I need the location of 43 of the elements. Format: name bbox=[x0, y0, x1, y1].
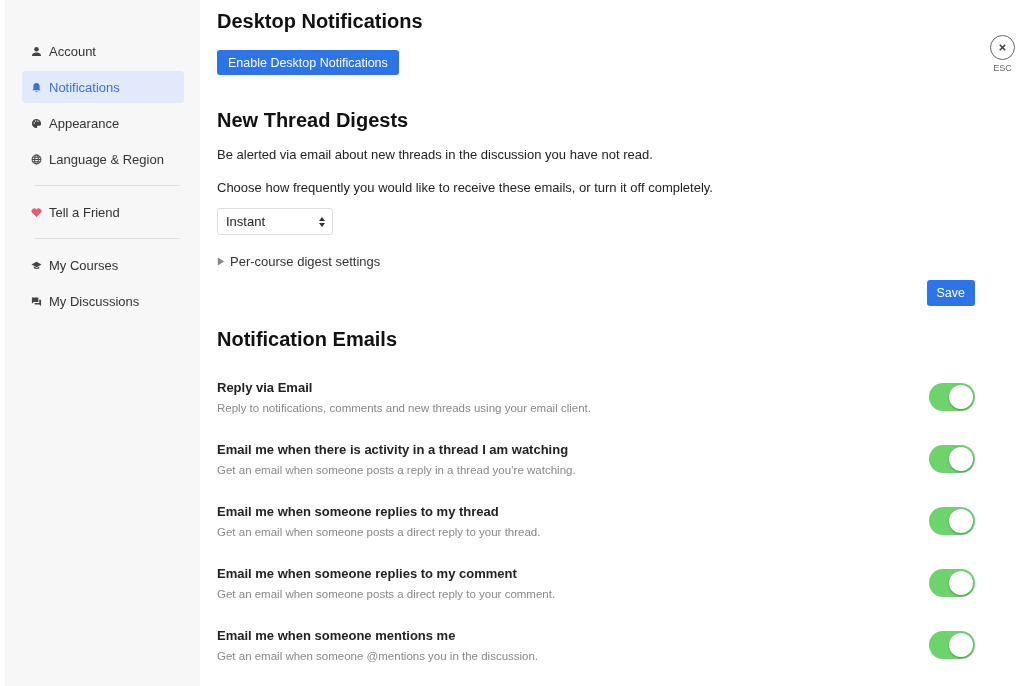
sidebar-item[interactable]: Tell a Friend bbox=[22, 196, 184, 228]
setting-title: Email me when someone mentions me bbox=[217, 628, 456, 643]
toggle-switch[interactable] bbox=[929, 383, 975, 411]
setting-description: Get an email when someone posts a direct reply to your comment. bbox=[217, 588, 556, 600]
per-course-disclosure[interactable]: Per-course digest settings bbox=[217, 254, 381, 269]
toggle-switch[interactable] bbox=[929, 631, 975, 659]
sidebar-item[interactable]: My Courses bbox=[22, 249, 184, 281]
sidebar-item[interactable]: Language & Region bbox=[22, 143, 184, 175]
toggle-switch[interactable] bbox=[929, 569, 975, 597]
hint-text: Choose how frequently you would like to receive these emails, or turn it off completely. bbox=[217, 180, 713, 195]
caret-right-icon bbox=[217, 257, 225, 266]
notifications-icon bbox=[31, 81, 42, 93]
setting-description: Get an email when someone posts a direct reply to your thread. bbox=[217, 526, 541, 538]
setting-description: Get an email when someone posts a reply in a thread you’re watching. bbox=[217, 464, 576, 476]
close-icon bbox=[998, 43, 1007, 52]
chat-bubbles-icon bbox=[31, 295, 42, 307]
section-title: Desktop Notifications bbox=[217, 10, 423, 33]
palette-icon bbox=[31, 117, 42, 129]
setting-description: Get an email when someone @mentions you in the discussion. bbox=[217, 650, 539, 662]
section-title: New Thread Digests bbox=[217, 109, 409, 132]
close-button[interactable] bbox=[990, 35, 1015, 60]
enable-notifications-button[interactable]: Enable Desktop Notifications bbox=[217, 50, 399, 75]
toggle-switch[interactable] bbox=[929, 445, 975, 473]
sidebar-item[interactable]: My Discussions bbox=[22, 285, 184, 317]
esc-label: ESC bbox=[993, 63, 1012, 73]
sidebar-item[interactable]: Notifications bbox=[22, 71, 184, 103]
setting-title: Email me when someone replies to my comment bbox=[217, 566, 517, 581]
globe-icon bbox=[31, 153, 42, 165]
frequency-select[interactable]: Instant bbox=[217, 208, 333, 235]
setting-title: Reply via Email bbox=[217, 380, 313, 395]
setting-description: Reply to notifications, comments and new threads using your email client. bbox=[217, 402, 591, 414]
section-title: Notification Emails bbox=[217, 328, 398, 351]
save-button[interactable]: Save bbox=[926, 280, 975, 306]
heart-icon bbox=[31, 206, 42, 218]
sidebar-item[interactable]: Account bbox=[22, 35, 184, 67]
sort-arrows-icon bbox=[319, 216, 325, 227]
setting-title: Email me when there is activity in a thread I am watching bbox=[217, 442, 569, 457]
graduation-cap-icon bbox=[31, 259, 42, 271]
description-text: Be alerted via email about new threads in the discussion you have not read. bbox=[217, 147, 653, 162]
sidebar-item[interactable]: Appearance bbox=[22, 107, 184, 139]
toggle-switch[interactable] bbox=[929, 507, 975, 535]
setting-title: Email me when someone replies to my thread bbox=[217, 504, 499, 519]
person-icon bbox=[31, 45, 42, 57]
